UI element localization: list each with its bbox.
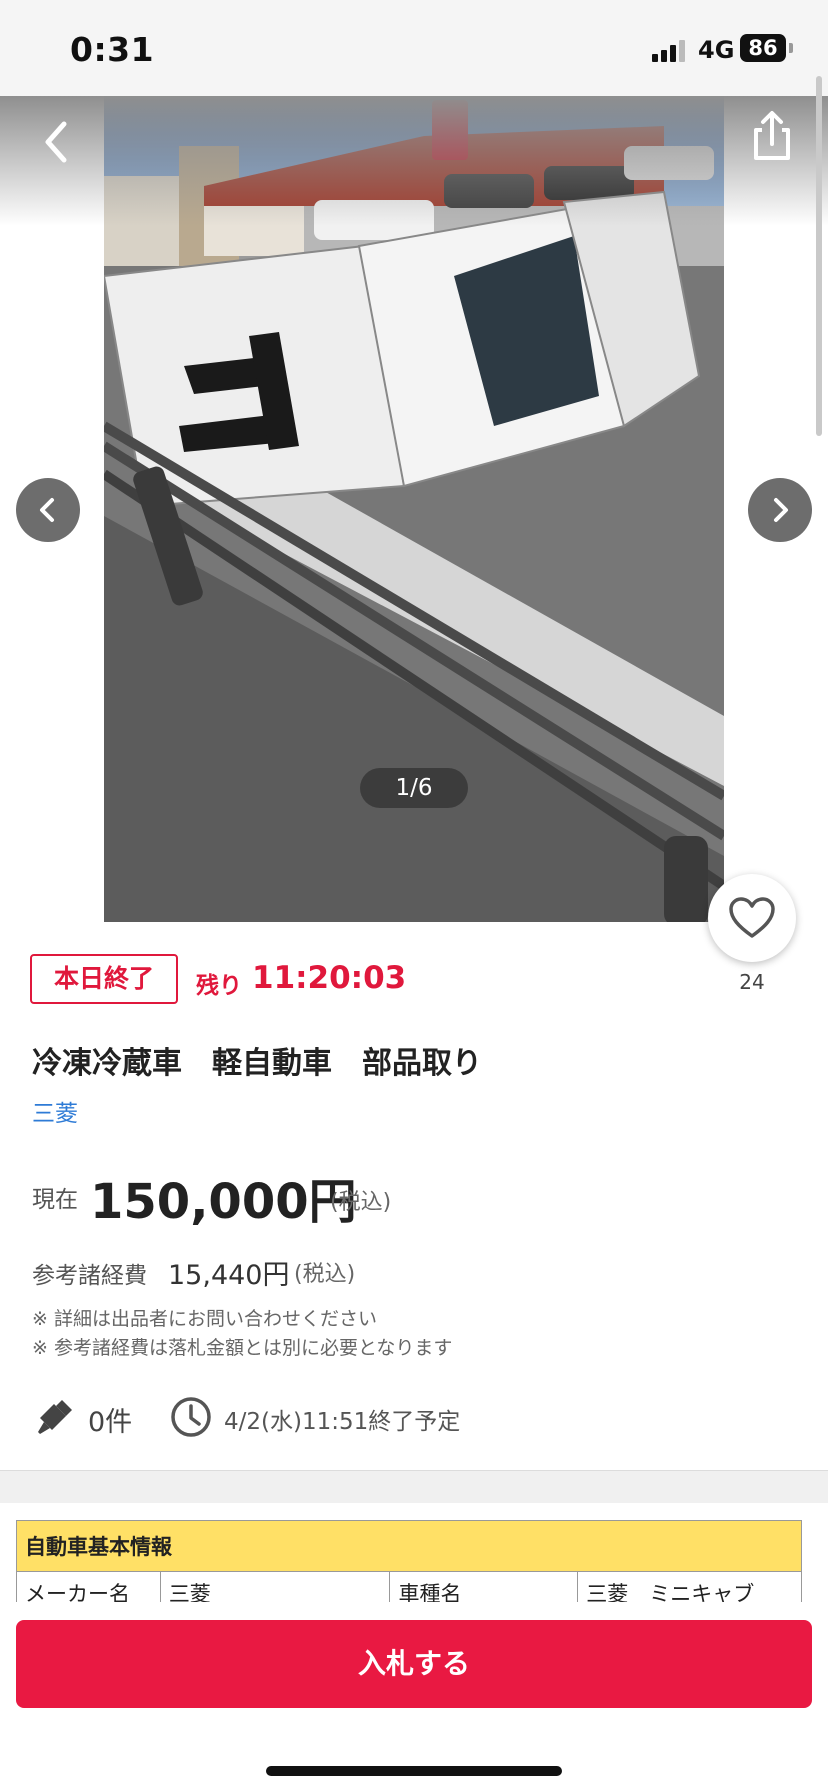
- current-price-label: 現在: [32, 1187, 78, 1213]
- vehicle-info-table: 自動車基本情報 メーカー名 三菱 車種名 三菱 ミニキャブ: [16, 1520, 802, 1602]
- battery-icon: 86: [740, 34, 786, 62]
- bid-button[interactable]: 入札する: [16, 1620, 812, 1708]
- end-date: 4/2(水)11:51終了予定: [224, 1409, 461, 1435]
- current-price: 150,000円: [90, 1174, 357, 1230]
- contact-note: ※ 詳細は出品者にお問い合わせください: [32, 1308, 377, 1330]
- table-heading: 自動車基本情報: [16, 1520, 802, 1572]
- favorite-button[interactable]: [708, 874, 796, 962]
- fee-label: 参考諸経費: [32, 1263, 147, 1289]
- table-row: メーカー名 三菱 車種名 三菱 ミニキャブ: [16, 1571, 802, 1602]
- next-photo-button[interactable]: [748, 478, 812, 542]
- table-cell: 車種名: [389, 1571, 579, 1602]
- status-bar: 0:31 4G 86: [0, 0, 828, 96]
- item-title: 冷凍冷蔵車 軽自動車 部品取り: [32, 1046, 482, 1081]
- table-cell: 三菱: [159, 1571, 391, 1602]
- bottom-bar: 入札する: [0, 1602, 828, 1792]
- chevron-left-icon: [40, 498, 54, 522]
- bid-count: 0件: [88, 1407, 133, 1438]
- home-indicator[interactable]: [266, 1766, 562, 1776]
- top-fade: [0, 96, 828, 226]
- back-icon[interactable]: [36, 114, 80, 170]
- table-cell: 三菱 ミニキャブ: [577, 1571, 802, 1602]
- gavel-icon: [38, 1400, 72, 1434]
- ending-today-badge: 本日終了: [30, 954, 178, 1004]
- favorite-count: 24: [739, 970, 765, 994]
- remaining-label: 残り: [196, 973, 242, 999]
- heart-icon: [729, 897, 775, 938]
- signal-icon: [652, 38, 688, 62]
- status-time: 0:31: [70, 30, 155, 69]
- table-cell: メーカー名: [16, 1571, 161, 1602]
- brand-link[interactable]: 三菱: [32, 1094, 78, 1128]
- scroll-indicator: [816, 76, 822, 436]
- share-icon[interactable]: [746, 108, 798, 166]
- fee-value: 15,440円: [168, 1260, 290, 1291]
- fee-note: ※ 参考諸経費は落札金額とは別に必要となります: [32, 1337, 453, 1359]
- price-tax-note: (税込): [330, 1190, 392, 1215]
- battery-tip: [789, 43, 793, 53]
- prev-photo-button[interactable]: [16, 478, 80, 542]
- photo-counter: 1/6: [360, 768, 468, 808]
- fee-tax-note: (税込): [294, 1262, 356, 1287]
- remaining-time: 11:20:03: [252, 960, 407, 996]
- network-label: 4G: [698, 36, 735, 64]
- clock-icon: [171, 1397, 211, 1437]
- section-spacer: [0, 1471, 828, 1503]
- chevron-right-icon: [774, 498, 788, 522]
